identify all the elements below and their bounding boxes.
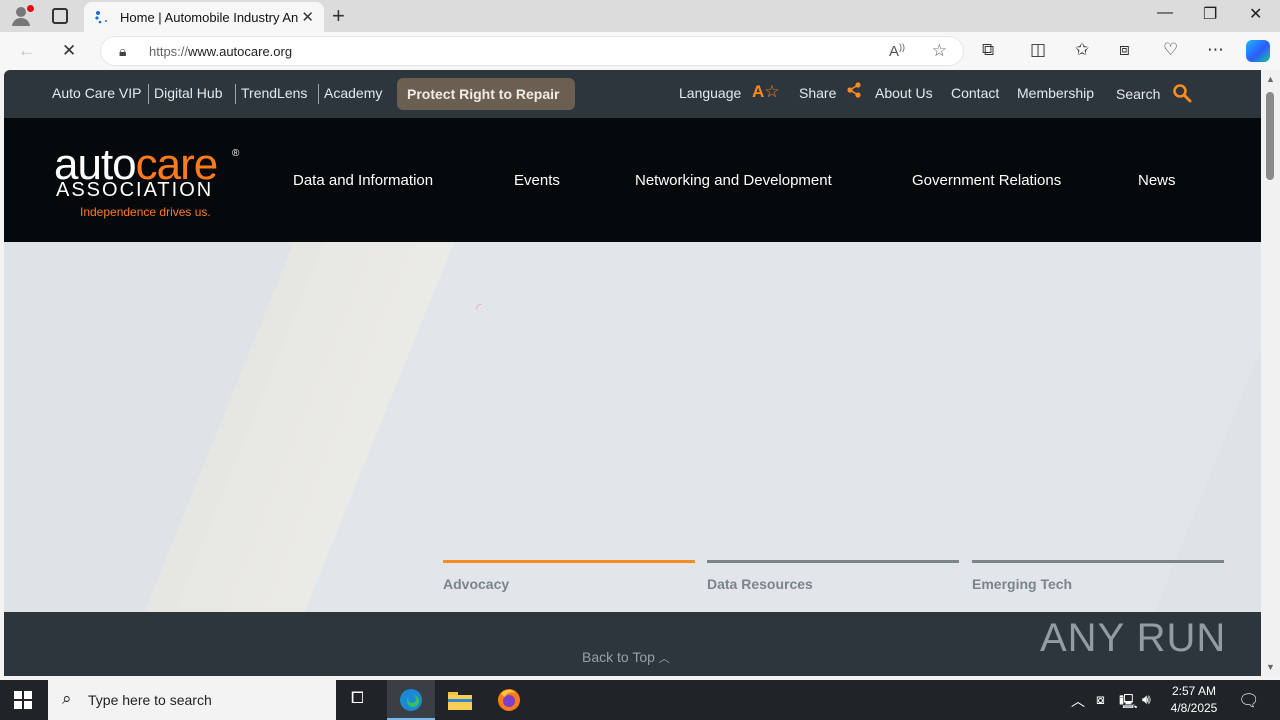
favorites-icon[interactable]: ✩ — [1075, 40, 1089, 60]
scrollbar-thumb[interactable] — [1266, 92, 1274, 180]
chevron-up-icon: ︿ — [658, 653, 670, 665]
stop-loading-icon[interactable]: ✕ — [62, 41, 76, 61]
scroll-up-icon[interactable]: ▲ — [1266, 74, 1275, 84]
network-icon[interactable]: 🖳︎ — [1119, 691, 1138, 715]
nav-data-and-information[interactable]: Data and Information — [293, 172, 433, 189]
browser-tab-active[interactable]: Home | Automobile Industry An ✕ — [84, 2, 324, 32]
volume-icon[interactable]: 🔊︎ — [1142, 691, 1151, 708]
edge-taskbar-icon[interactable] — [387, 680, 435, 720]
feature-tab-data-resources[interactable]: Data Resources — [707, 560, 959, 620]
about-us-link[interactable]: About Us — [875, 85, 933, 101]
collections-icon[interactable]: ⧈ — [1119, 40, 1130, 60]
page-scrollbar[interactable]: ▲ ▼ — [1261, 70, 1280, 676]
hero-carousel: ◜ Advocacy Data Resources Emerging Tech — [4, 242, 1261, 612]
taskbar-search-box[interactable]: ⌕ Type here to search — [48, 680, 336, 720]
taskbar-search-placeholder: Type here to search — [88, 692, 212, 708]
system-clock[interactable]: 2:57 AM 4/8/2025 — [1166, 683, 1222, 717]
back-icon[interactable]: ← — [18, 41, 35, 61]
link-auto-care-vip[interactable]: Auto Care VIP — [52, 85, 142, 101]
firefox-icon[interactable] — [485, 680, 533, 720]
feature-tab-emerging-tech[interactable]: Emerging Tech — [972, 560, 1224, 620]
browser-toolbar: ← ✕ 🔒︎ https://www.autocare.org A)) ☆ ⧉ … — [0, 32, 1280, 70]
url-text[interactable]: https://www.autocare.org — [149, 44, 292, 59]
nav-networking-and-development[interactable]: Networking and Development — [635, 172, 832, 189]
tab-title: Home | Automobile Industry An — [120, 10, 298, 25]
autocare-association-logo[interactable]: autocare ® ASSOCIATION Independence driv… — [54, 140, 244, 222]
windows-start-icon[interactable] — [14, 691, 32, 709]
membership-link[interactable]: Membership — [1017, 85, 1094, 101]
protect-right-to-repair-button[interactable]: Protect Right to Repair — [397, 78, 575, 110]
search-link[interactable]: Search — [1116, 86, 1160, 102]
link-trendlens[interactable]: TrendLens — [241, 85, 307, 101]
web-page: Auto Care VIP Digital Hub TrendLens Acad… — [4, 70, 1261, 676]
browser-essentials-icon[interactable]: ♡ — [1163, 40, 1178, 60]
more-options-icon[interactable]: ⋯ — [1207, 40, 1224, 60]
show-hidden-icons-chevron[interactable]: ︿ — [1071, 691, 1085, 711]
address-bar[interactable]: 🔒︎ https://www.autocare.org A)) ☆ — [100, 36, 964, 66]
windows-taskbar: ⌕ Type here to search ⧠ ︿ ⧇ 🖳︎ 🔊︎ 2:57 A… — [0, 680, 1280, 720]
contact-link[interactable]: Contact — [951, 85, 999, 101]
share-link[interactable]: Share — [799, 85, 836, 101]
scroll-down-icon[interactable]: ▼ — [1266, 662, 1275, 672]
extensions-icon[interactable]: ⧉ — [982, 40, 994, 60]
utility-bar: Auto Care VIP Digital Hub TrendLens Acad… — [4, 70, 1261, 118]
divider — [235, 84, 236, 104]
loading-favicon-icon — [94, 9, 110, 25]
translate-icon[interactable]: A☆ — [752, 82, 780, 102]
footer-band: Back to Top ︿ ANY RUN — [4, 612, 1261, 676]
task-view-icon[interactable]: ⧠ — [336, 680, 384, 720]
divider — [148, 84, 149, 104]
copilot-icon[interactable] — [1246, 40, 1270, 62]
language-link[interactable]: Language — [679, 85, 741, 101]
clock-date: 4/8/2025 — [1170, 701, 1218, 715]
loading-spinner-icon: ◜ — [476, 300, 482, 316]
share-icon[interactable] — [846, 82, 862, 103]
search-icon[interactable] — [1172, 83, 1192, 106]
read-aloud-icon[interactable]: A)) — [889, 42, 905, 60]
minimize-icon[interactable]: — — [1157, 4, 1173, 22]
nav-events[interactable]: Events — [514, 172, 560, 189]
back-to-top-link[interactable]: Back to Top ︿ — [582, 649, 670, 666]
browser-tab-strip: Home | Automobile Industry An ✕ + — ❐ ✕ — [0, 0, 1280, 32]
nav-government-relations[interactable]: Government Relations — [912, 172, 1061, 189]
file-explorer-icon[interactable] — [436, 680, 484, 720]
notifications-icon[interactable]: 🗨︎ — [1238, 691, 1260, 711]
device-icon[interactable]: ⧇ — [1096, 691, 1105, 708]
close-window-icon[interactable]: ✕ — [1249, 4, 1262, 24]
anyrun-watermark: ANY RUN — [1040, 616, 1227, 660]
tab-actions-icon[interactable] — [52, 8, 68, 24]
feature-tab-advocacy[interactable]: Advocacy — [443, 560, 695, 620]
search-icon: ⌕ — [62, 689, 72, 708]
restore-icon[interactable]: ❐ — [1203, 4, 1217, 24]
split-screen-icon[interactable]: ◫ — [1030, 40, 1046, 60]
clock-time: 2:57 AM — [1171, 684, 1217, 698]
profile-icon[interactable] — [10, 5, 34, 27]
link-digital-hub[interactable]: Digital Hub — [154, 85, 222, 101]
favorite-star-icon[interactable]: ☆ — [932, 41, 947, 61]
link-academy[interactable]: Academy — [324, 85, 382, 101]
close-tab-icon[interactable]: ✕ — [301, 8, 314, 26]
new-tab-icon[interactable]: + — [332, 3, 345, 29]
main-navigation: autocare ® ASSOCIATION Independence driv… — [4, 118, 1261, 242]
divider — [318, 84, 319, 104]
nav-news[interactable]: News — [1138, 172, 1176, 189]
lock-icon[interactable]: 🔒︎ — [119, 43, 126, 60]
